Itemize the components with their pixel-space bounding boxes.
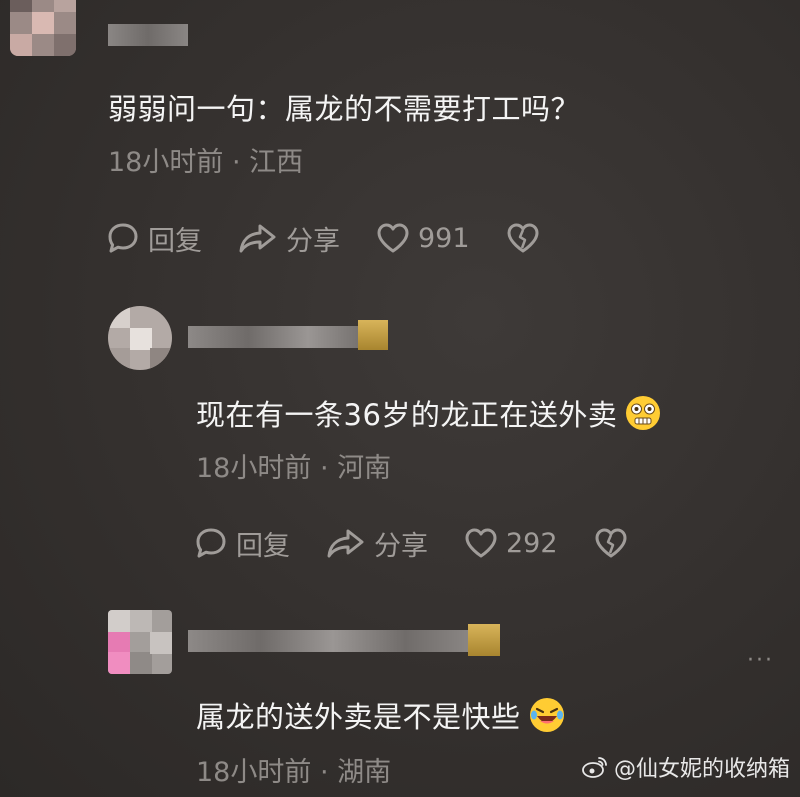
share-label: 分享 <box>286 225 340 257</box>
reply-icon <box>108 223 138 253</box>
watermark-text: @仙女妮的收纳箱 <box>613 757 790 782</box>
share-icon <box>327 529 364 558</box>
share-button[interactable]: 分享 <box>238 219 340 258</box>
reply-button[interactable]: 回复 <box>106 219 202 258</box>
reply-label: 回复 <box>148 225 202 257</box>
share-label: 分享 <box>374 530 428 562</box>
comment-text: 现在有一条36岁的龙正在送外卖 <box>196 392 661 434</box>
dislike-heart-icon <box>595 528 627 558</box>
share-button[interactable]: 分享 <box>326 524 428 563</box>
user-badge <box>468 624 500 656</box>
dislike-button[interactable] <box>594 527 636 559</box>
user-badge <box>358 320 388 350</box>
like-button[interactable]: 292 <box>464 527 558 559</box>
laughing-emoji-icon <box>529 698 564 732</box>
avatar[interactable] <box>108 306 172 370</box>
username-blurred[interactable] <box>188 630 478 652</box>
like-heart-icon <box>377 223 409 253</box>
reply-label: 回复 <box>236 530 290 562</box>
like-count: 292 <box>506 527 558 559</box>
comment-text-content: 属龙的送外卖是不是快些 <box>196 700 521 734</box>
comment-text: 弱弱问一句：属龙的不需要打工吗？ <box>108 92 581 126</box>
comment-meta: 18小时前 · 湖南 <box>196 757 392 788</box>
like-count: 991 <box>418 222 470 254</box>
username-blurred[interactable] <box>108 24 188 46</box>
comment-meta: 18小时前 · 江西 <box>108 147 304 178</box>
username-blurred[interactable] <box>188 326 368 348</box>
dislike-heart-icon <box>507 223 539 253</box>
avatar[interactable] <box>10 0 76 56</box>
weibo-logo-icon <box>582 757 607 778</box>
dislike-button[interactable] <box>506 222 548 254</box>
comment-text: 属龙的送外卖是不是快些 <box>196 694 565 736</box>
comment-text-content: 现在有一条36岁的龙正在送外卖 <box>196 398 618 432</box>
more-icon[interactable]: ··· <box>747 648 774 673</box>
comment-actions: 回复 分享 292 <box>194 523 672 563</box>
like-button[interactable]: 991 <box>376 222 470 254</box>
like-heart-icon <box>465 528 497 558</box>
reply-button[interactable]: 回复 <box>194 524 290 563</box>
avatar[interactable] <box>108 610 172 674</box>
comment-actions: 回复 分享 991 <box>106 218 584 258</box>
flushed-emoji-icon <box>626 396 661 430</box>
comment-meta: 18小时前 · 河南 <box>196 453 392 484</box>
share-icon <box>239 224 276 253</box>
watermark: @仙女妮的收纳箱 <box>582 751 790 783</box>
reply-icon <box>196 528 226 558</box>
